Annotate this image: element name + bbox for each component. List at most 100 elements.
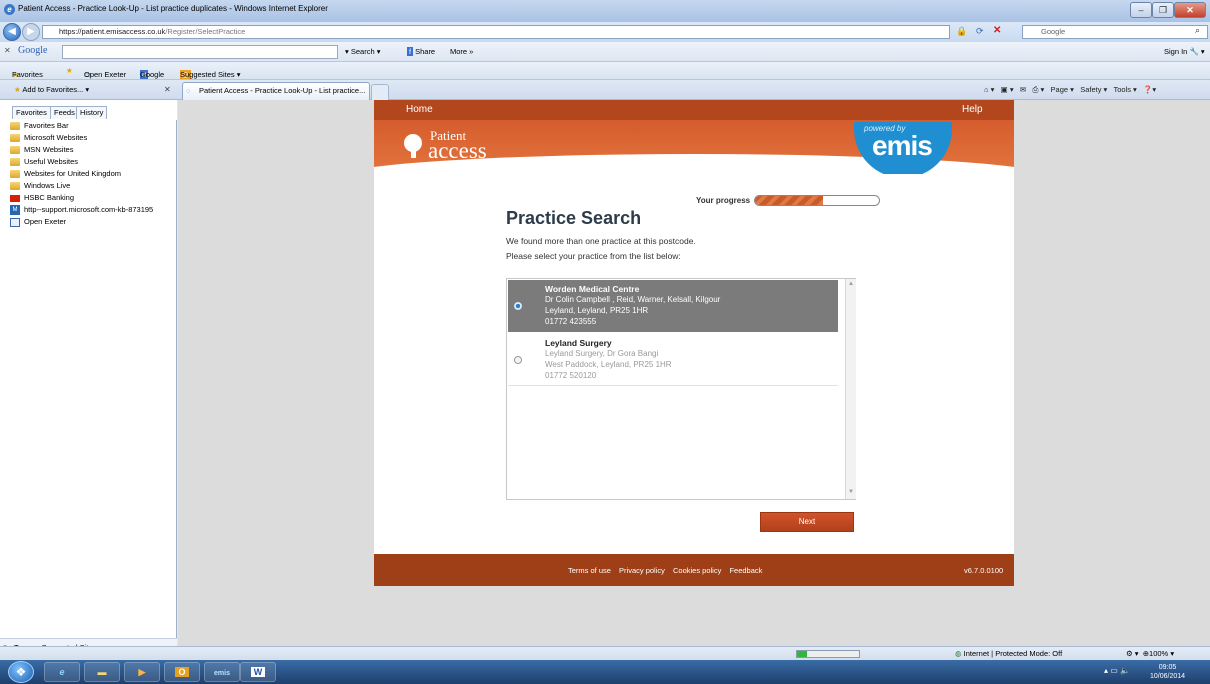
google-more-button[interactable]: More » (450, 47, 473, 56)
lock-icon[interactable]: 🔒 (956, 26, 967, 37)
clock-time: 09:05 (1158, 664, 1177, 671)
feeds-icon[interactable]: ▣ ▾ (1001, 85, 1014, 94)
practice-name: Leyland Surgery (545, 338, 612, 348)
start-button[interactable]: ❖ (8, 661, 34, 683)
address-row: ◀ ▶ https://patient.emisaccess.co.uk/Reg… (0, 22, 1210, 42)
hsbc-icon (10, 194, 20, 202)
new-tab-button[interactable] (371, 84, 389, 100)
privacy-link[interactable]: Privacy policy (619, 566, 665, 575)
list-item[interactable]: MSN Websites (10, 144, 177, 156)
tools-menu[interactable]: Tools ▾ (1113, 85, 1136, 94)
scroll-down-icon[interactable]: ▼ (848, 489, 854, 495)
favorites-list: Favorites Bar Microsoft Websites MSN Web… (10, 120, 177, 228)
nav-help-link[interactable]: Help (962, 104, 983, 115)
google-search-input[interactable] (62, 45, 338, 59)
list-item[interactable]: Favorites Bar (10, 120, 177, 132)
cookies-link[interactable]: Cookies policy (673, 566, 721, 575)
taskbar-outlook[interactable]: O (164, 662, 200, 682)
logo-access: access (428, 138, 487, 163)
practice-option-leyland[interactable]: Leyland Surgery Leyland Surgery, Dr Gora… (508, 334, 838, 386)
mail-icon[interactable]: ✉ (1020, 85, 1026, 94)
version-label: v6.7.0.0100 (964, 566, 1004, 575)
address-bar[interactable]: https://patient.emisaccess.co.uk/Registe… (42, 25, 950, 39)
zoom-control[interactable]: ⚙ ▾ ⊕100% ▾ (1126, 649, 1174, 658)
outlook-icon: O (175, 667, 189, 677)
terms-link[interactable]: Terms of use (568, 566, 611, 575)
google-search-button[interactable]: ▾ Search ▾ (345, 47, 380, 56)
google-share-button[interactable]: f Share (407, 47, 435, 56)
search-icon[interactable]: ⌕ (1195, 25, 1200, 36)
list-item[interactable]: Windows Live (10, 180, 177, 192)
clock[interactable]: 09:05 10/06/2014 (1150, 663, 1185, 681)
add-to-favorites-button[interactable]: ★ Add to Favorites... ▾ (14, 85, 89, 94)
url-path: /Register/SelectPractice (165, 27, 246, 36)
emis-icon: emis (214, 670, 230, 677)
list-item[interactable]: Open Exeter (10, 216, 177, 228)
page-icon (10, 217, 20, 227)
add-favorite-icon[interactable]: ★ (66, 66, 73, 75)
tab-patient-access[interactable]: ◌ Patient Access - Practice Look-Up - Li… (182, 82, 370, 100)
patient-access-page: Home Help Patient access powered by emis… (374, 100, 1014, 586)
search-input[interactable]: Google (1022, 25, 1208, 39)
print-icon[interactable]: ⎙ ▾ (1032, 85, 1044, 94)
practice-doctors: Dr Colin Campbell , Reid, Warner, Kelsal… (545, 295, 721, 304)
command-bar: ⌂ ▾ ▣ ▾ ✉ ⎙ ▾ Page ▾ Safety ▾ Tools ▾ ❓▾ (984, 85, 1156, 95)
site-footer: Terms of use Privacy policy Cookies poli… (374, 554, 1014, 586)
list-item[interactable]: Mhttp--support.microsoft.com-kb-873195 (10, 204, 177, 216)
folder-icon (10, 170, 20, 178)
tray-icons[interactable]: ▴ ▭ 🔈 (1104, 666, 1130, 675)
tab-feeds[interactable]: Feeds (50, 106, 79, 119)
page-loading-icon: ◌ (186, 86, 191, 95)
page-title: Practice Search (506, 208, 642, 228)
taskbar-emis[interactable]: emis (204, 662, 240, 682)
feedback-link[interactable]: Feedback (729, 566, 762, 575)
forward-button[interactable]: ▶ (22, 23, 40, 41)
list-item[interactable]: Useful Websites (10, 156, 177, 168)
taskbar-explorer[interactable]: ▬ (84, 662, 120, 682)
close-pane-icon[interactable]: ✕ (164, 85, 171, 94)
window-title-bar: e Patient Access - Practice Look-Up - Li… (0, 0, 1210, 22)
toolbar-close-icon[interactable]: ✕ (4, 46, 11, 55)
list-item[interactable]: Websites for United Kingdom (10, 168, 177, 180)
maximize-button[interactable]: ❐ (1152, 2, 1174, 18)
taskbar-word[interactable]: W (240, 662, 276, 682)
security-zone[interactable]: ◍ Internet | Protected Mode: Off (955, 649, 1062, 658)
minimize-button[interactable]: – (1130, 2, 1152, 18)
globe-icon: ◍ (955, 649, 962, 658)
refresh-icon[interactable]: ⟳ (976, 26, 984, 37)
scroll-up-icon[interactable]: ▲ (848, 281, 854, 287)
protected-mode-icon: ⚙ ▾ (1126, 649, 1139, 658)
list-item[interactable]: Microsoft Websites (10, 132, 177, 144)
practice-list[interactable]: Worden Medical Centre Dr Colin Campbell … (506, 278, 856, 500)
folder-icon: ▬ (97, 667, 107, 677)
list-scrollbar[interactable]: ▲ ▼ (845, 279, 856, 499)
url-host: https://patient.emisaccess.co.uk (59, 27, 166, 36)
back-button[interactable]: ◀ (3, 23, 21, 41)
practice-option-worden[interactable]: Worden Medical Centre Dr Colin Campbell … (508, 280, 838, 332)
practice-phone: 01772 520120 (545, 371, 597, 380)
taskbar-media-player[interactable]: ▶ (124, 662, 160, 682)
list-item[interactable]: HSBC Banking (10, 192, 177, 204)
safety-menu[interactable]: Safety ▾ (1080, 85, 1107, 94)
close-button[interactable]: ✕ (1174, 2, 1206, 18)
google-sign-in[interactable]: Sign In 🔧 ▾ (1164, 47, 1205, 56)
taskbar-ie[interactable]: e (44, 662, 80, 682)
ie-icon: e (59, 667, 65, 677)
home-icon[interactable]: ⌂ ▾ (984, 85, 994, 94)
practice-radio[interactable] (514, 356, 522, 364)
site-banner: Patient access powered by emis (374, 120, 1014, 174)
page-menu[interactable]: Page ▾ (1051, 85, 1074, 94)
next-button[interactable]: Next (760, 512, 854, 532)
tab-history[interactable]: History (76, 106, 108, 119)
nav-home-link[interactable]: Home (406, 104, 433, 115)
progress-label: Your progress (696, 196, 751, 205)
practice-radio[interactable] (514, 302, 522, 310)
google-toolbar: ✕ Google ▾ Search ▾ f Share More » Sign I… (0, 42, 1210, 62)
intro-instruction: Please select your practice from the lis… (506, 251, 681, 261)
tab-favorites[interactable]: Favorites (12, 106, 51, 119)
internet-explorer-icon: e (4, 4, 15, 15)
stop-icon[interactable]: ✕ (993, 25, 1001, 36)
intro-text: We found more than one practice at this … (506, 236, 696, 246)
help-icon[interactable]: ❓▾ (1143, 85, 1156, 94)
practice-phone: 01772 423555 (545, 317, 597, 326)
